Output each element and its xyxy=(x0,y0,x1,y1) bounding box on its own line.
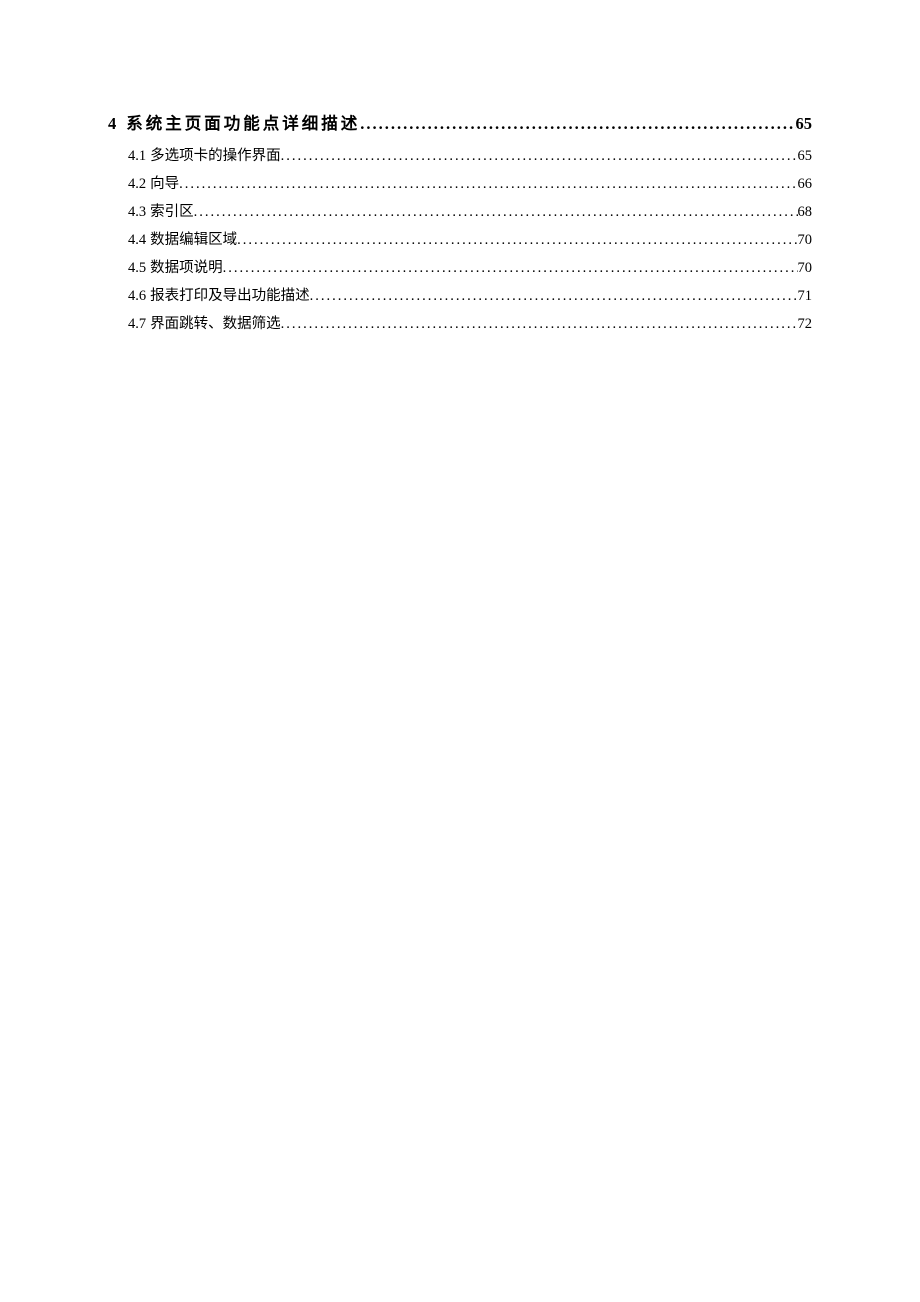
toc-section-number: 4.2 xyxy=(128,176,146,193)
toc-section-entry[interactable]: 4.4 数据编辑区域 70 xyxy=(108,228,812,249)
toc-leader xyxy=(281,148,798,165)
toc-section-entry[interactable]: 4.5 数据项说明 70 xyxy=(108,256,812,277)
toc-section-title: 数据编辑区域 xyxy=(150,228,237,249)
toc-leader xyxy=(179,176,797,193)
toc-section-title: 报表打印及导出功能描述 xyxy=(150,284,310,305)
toc-chapter-number: 4 xyxy=(108,114,116,134)
toc-section-number: 4.7 xyxy=(128,316,146,333)
toc-section-title: 界面跳转、数据筛选 xyxy=(150,312,281,333)
toc-leader xyxy=(310,288,798,305)
toc-section-entry[interactable]: 4.1 多选项卡的操作界面 65 xyxy=(108,144,812,165)
toc-section-page: 70 xyxy=(798,260,813,277)
toc-section-title: 数据项说明 xyxy=(150,256,223,277)
toc-section-page: 66 xyxy=(798,176,813,193)
toc-section-entry[interactable]: 4.3 索引区 68 xyxy=(108,200,812,221)
toc-section-number: 4.5 xyxy=(128,260,146,277)
toc-leader xyxy=(237,232,797,249)
toc-section-page: 65 xyxy=(798,148,813,165)
toc-leader xyxy=(194,204,798,221)
toc-chapter-title: 系统主页面功能点详细描述 xyxy=(126,110,360,134)
toc-section-number: 4.4 xyxy=(128,232,146,249)
toc-section-page: 70 xyxy=(798,232,813,249)
toc-leader xyxy=(281,316,798,333)
toc-section-page: 68 xyxy=(798,204,813,221)
toc-section-entry[interactable]: 4.7 界面跳转、数据筛选 72 xyxy=(108,312,812,333)
toc-section-title: 多选项卡的操作界面 xyxy=(150,144,281,165)
toc-chapter-page: 65 xyxy=(796,114,813,134)
toc-leader xyxy=(223,260,798,277)
toc-section-number: 4.6 xyxy=(128,288,146,305)
toc-chapter-entry[interactable]: 4 系统主页面功能点详细描述 65 xyxy=(108,110,812,134)
toc-section-number: 4.1 xyxy=(128,148,146,165)
toc-section-entry[interactable]: 4.6 报表打印及导出功能描述 71 xyxy=(108,284,812,305)
toc-section-page: 71 xyxy=(798,288,813,305)
toc-section-number: 4.3 xyxy=(128,204,146,221)
toc-leader xyxy=(360,114,795,134)
toc-section-title: 索引区 xyxy=(150,200,194,221)
toc-section-entry[interactable]: 4.2 向导 66 xyxy=(108,172,812,193)
toc-section-page: 72 xyxy=(798,316,813,333)
toc-section-title: 向导 xyxy=(150,172,179,193)
